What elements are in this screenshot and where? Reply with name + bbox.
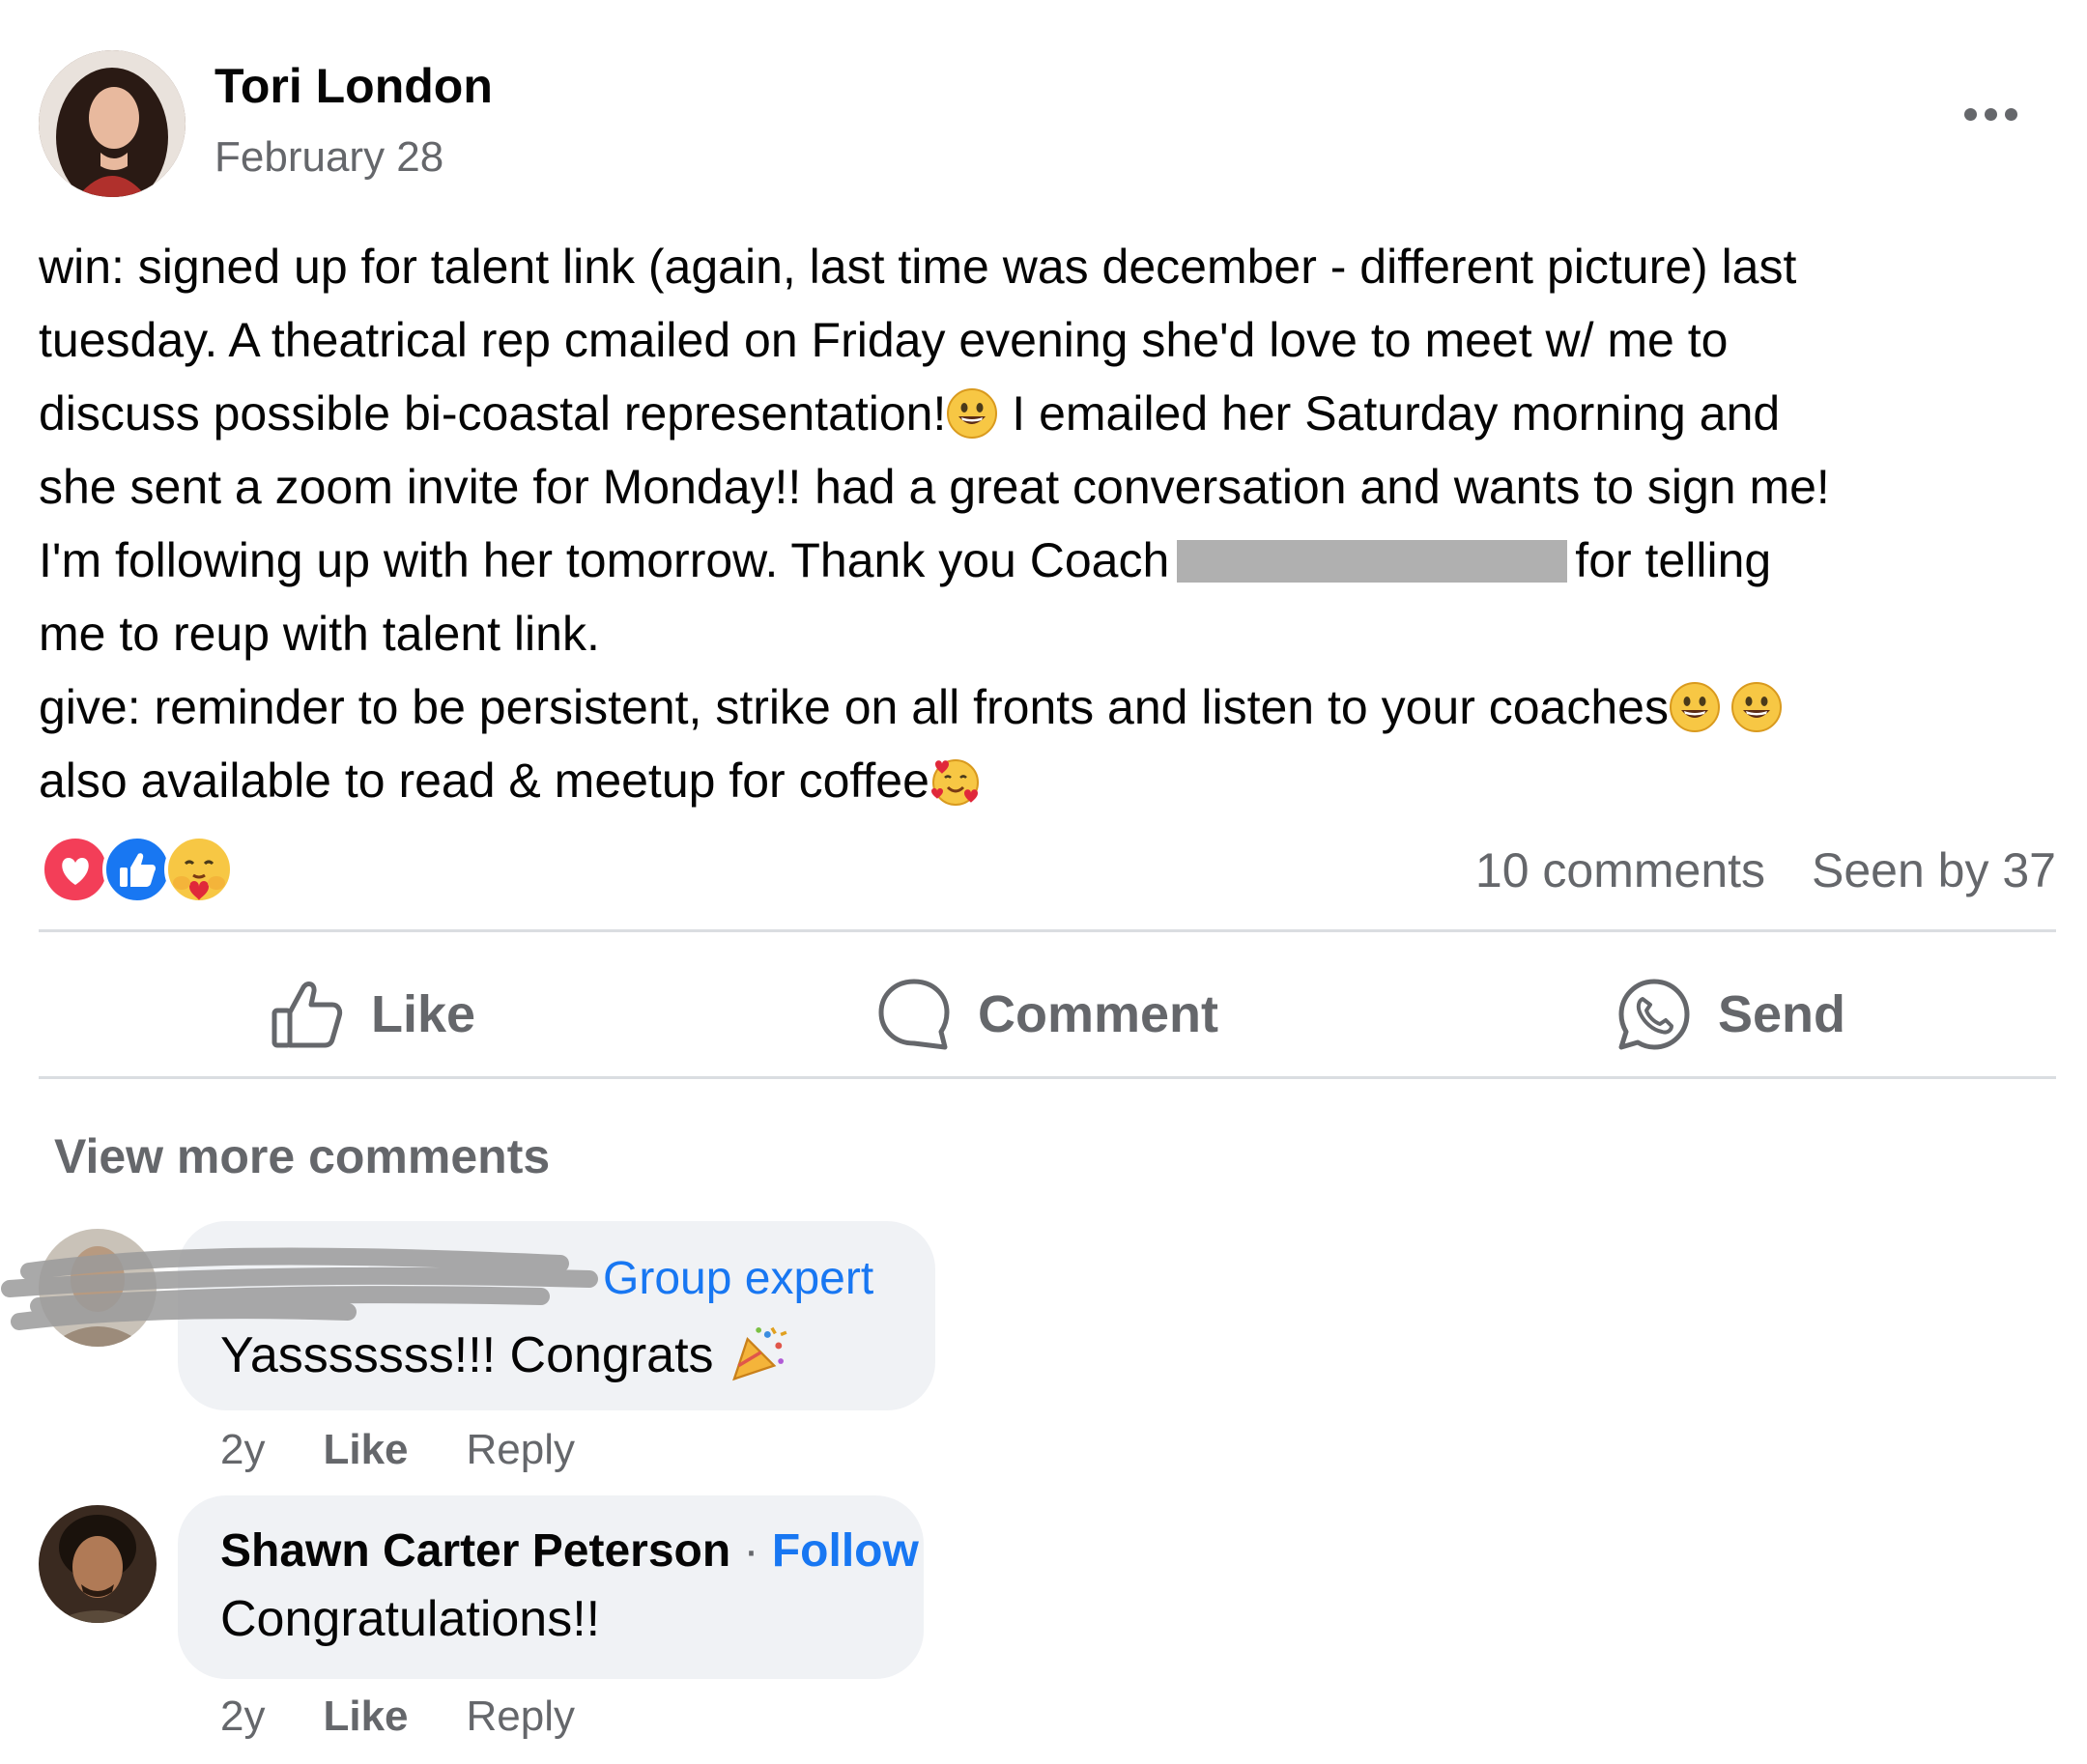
post-date[interactable]: February 28	[214, 133, 443, 182]
grinning-face-emoji-icon	[946, 387, 998, 440]
post-line: also available to read & meetup for coff…	[39, 744, 2068, 817]
comment-text: Yasssssss!!! Congrats	[220, 1323, 787, 1384]
care-reaction-icon	[164, 835, 234, 904]
like-label: Like	[371, 985, 476, 1043]
comment-reply-button[interactable]: Reply	[467, 1426, 576, 1474]
group-expert-badge[interactable]: Group expert	[603, 1252, 873, 1305]
smiling-face-with-hearts-emoji-icon	[929, 754, 982, 807]
grinning-face-emoji-icon	[1669, 681, 1721, 733]
comment-like-button[interactable]: Like	[323, 1426, 408, 1474]
post-line: discuss possible bi-coastal representati…	[39, 377, 2068, 450]
post-line: win: signed up for talent link (again, l…	[39, 240, 1797, 294]
comment-bubble[interactable]	[178, 1495, 924, 1679]
more-options-icon[interactable]	[1952, 95, 2029, 133]
comment-header: Shawn Carter Peterson · Follow	[220, 1524, 919, 1578]
seen-by-count[interactable]: Seen by 37	[1812, 842, 2056, 898]
comment-age[interactable]: 2y	[220, 1693, 265, 1741]
comment-text: Congratulations!!	[220, 1591, 601, 1647]
commenter-name[interactable]: Shawn Carter Peterson	[220, 1525, 730, 1577]
reactions-summary[interactable]	[39, 833, 251, 906]
comment-age[interactable]: 2y	[220, 1426, 265, 1474]
grinning-face-emoji-icon	[1730, 681, 1783, 733]
post-text-fragment: discuss possible bi-coastal representati…	[39, 386, 947, 441]
comments-count[interactable]: 10 comments	[1475, 842, 1765, 898]
divider	[39, 929, 2056, 932]
view-more-comments-link[interactable]: View more comments	[54, 1128, 550, 1184]
divider	[39, 1076, 2056, 1079]
thumbs-up-icon	[272, 982, 343, 1048]
post-text-fragment: also available to read & meetup for coff…	[39, 754, 929, 808]
separator: ·	[743, 1525, 759, 1577]
post-text-fragment: for telling	[1575, 533, 1772, 587]
comment-reply-button[interactable]: Reply	[467, 1693, 576, 1741]
send-label: Send	[1718, 985, 1846, 1043]
whatsapp-icon	[1618, 979, 1690, 1050]
post-stats: 10 comments Seen by 37	[1475, 842, 2056, 898]
redacted-name	[1177, 540, 1568, 583]
comment-like-button[interactable]: Like	[323, 1693, 408, 1741]
commenter-avatar[interactable]	[39, 1505, 157, 1623]
comment-meta: 2y Like Reply	[220, 1693, 575, 1741]
comment-text-value: Yasssssss!!! Congrats	[220, 1327, 714, 1383]
follow-button[interactable]: Follow	[772, 1525, 919, 1577]
post-line: me to reup with talent link.	[39, 607, 600, 661]
redacted-name-scribble	[1, 1247, 598, 1330]
post-line: I'm following up with her tomorrow. Than…	[39, 524, 2068, 597]
party-popper-emoji-icon	[728, 1323, 787, 1383]
post-line: tuesday. A theatrical rep cmailed on Fri…	[39, 313, 1729, 367]
author-avatar[interactable]	[39, 50, 186, 197]
comment-button[interactable]: Comment	[875, 966, 1218, 1063]
love-reaction-icon	[41, 835, 110, 904]
like-reaction-icon	[102, 835, 172, 904]
comment-meta: 2y Like Reply	[220, 1426, 575, 1474]
post-text-fragment: give: reminder to be persistent, strike …	[39, 680, 1669, 734]
post-text-fragment: I emailed her Saturday morning and	[998, 386, 1781, 441]
post-text: win: signed up for talent link (again, l…	[39, 230, 2068, 817]
comment-icon	[878, 979, 950, 1050]
author-name[interactable]: Tori London	[214, 58, 493, 114]
like-button[interactable]: Like	[269, 966, 475, 1063]
comment-label: Comment	[978, 985, 1219, 1043]
post-line: she sent a zoom invite for Monday!! had …	[39, 460, 1830, 514]
post-line: give: reminder to be persistent, strike …	[39, 670, 2068, 744]
post-text-fragment: I'm following up with her tomorrow. Than…	[39, 533, 1170, 587]
send-button[interactable]: Send	[1615, 966, 1845, 1063]
